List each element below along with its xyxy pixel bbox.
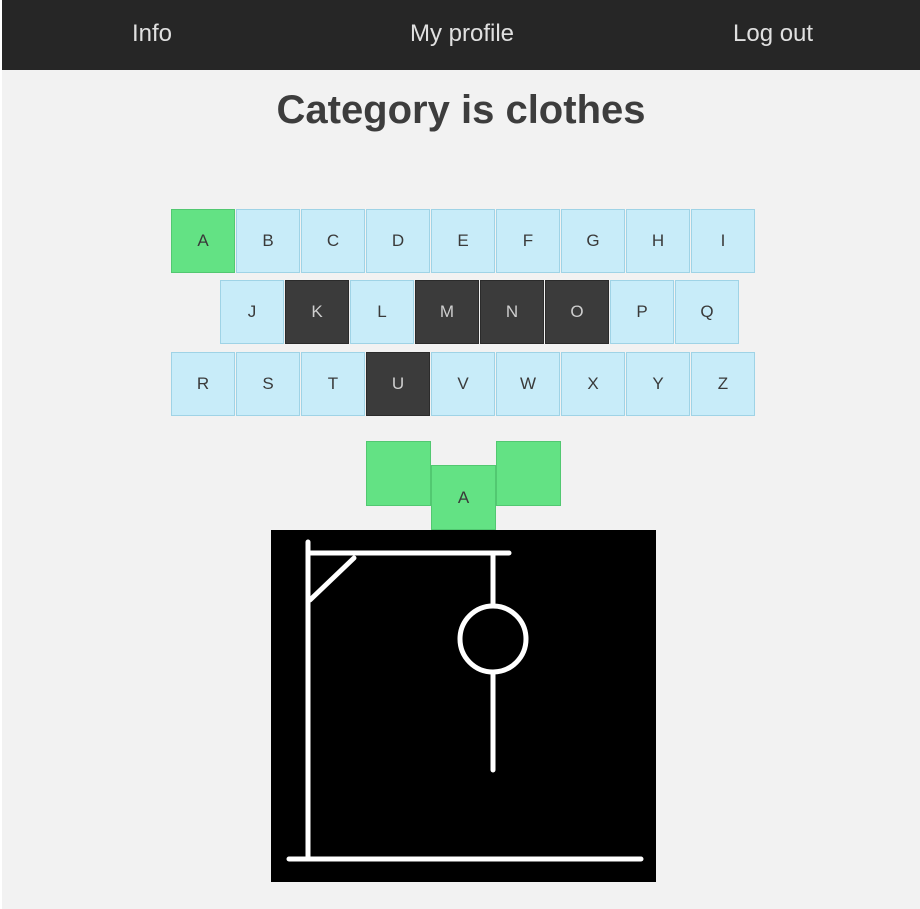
nav-log-out-link[interactable]: Log out: [733, 0, 813, 70]
letter-key-p[interactable]: P: [610, 280, 674, 344]
word-letter-slot: [366, 441, 431, 506]
hangman-drawing: [271, 530, 656, 882]
nav-my-profile-link[interactable]: My profile: [410, 0, 514, 70]
hangman-canvas: [286, 539, 644, 862]
letter-key-n[interactable]: N: [480, 280, 544, 344]
letter-key-o[interactable]: O: [545, 280, 609, 344]
letter-key-d[interactable]: D: [366, 209, 430, 273]
letter-key-g[interactable]: G: [561, 209, 625, 273]
letter-key-r[interactable]: R: [171, 352, 235, 416]
letter-key-l[interactable]: L: [350, 280, 414, 344]
letter-key-k[interactable]: K: [285, 280, 349, 344]
word-letter-slot: [496, 441, 561, 506]
letter-key-a[interactable]: A: [171, 209, 235, 273]
letter-key-v[interactable]: V: [431, 352, 495, 416]
word-letter-slot: A: [431, 465, 496, 530]
letter-key-s[interactable]: S: [236, 352, 300, 416]
letter-key-b[interactable]: B: [236, 209, 300, 273]
letter-key-x[interactable]: X: [561, 352, 625, 416]
navbar: Info My profile Log out: [2, 0, 920, 70]
letter-key-u[interactable]: U: [366, 352, 430, 416]
gallows-brace: [307, 555, 357, 603]
letter-key-w[interactable]: W: [496, 352, 560, 416]
keyboard-row-2: JKLMNOPQ: [220, 280, 740, 344]
letter-key-z[interactable]: Z: [691, 352, 755, 416]
letter-key-m[interactable]: M: [415, 280, 479, 344]
letter-key-q[interactable]: Q: [675, 280, 739, 344]
letter-key-e[interactable]: E: [431, 209, 495, 273]
letter-key-y[interactable]: Y: [626, 352, 690, 416]
letter-key-i[interactable]: I: [691, 209, 755, 273]
letter-key-h[interactable]: H: [626, 209, 690, 273]
page-title: Category is clothes: [276, 88, 646, 132]
letter-key-c[interactable]: C: [301, 209, 365, 273]
keyboard-row-1: ABCDEFGHI: [171, 209, 756, 273]
keyboard-row-3: RSTUVWXYZ: [171, 352, 756, 416]
letter-key-t[interactable]: T: [301, 352, 365, 416]
nav-info-link[interactable]: Info: [132, 0, 172, 70]
page-background-right: [762, 70, 920, 909]
letter-key-f[interactable]: F: [496, 209, 560, 273]
letter-key-j[interactable]: J: [220, 280, 284, 344]
hangman-head: [457, 603, 529, 675]
